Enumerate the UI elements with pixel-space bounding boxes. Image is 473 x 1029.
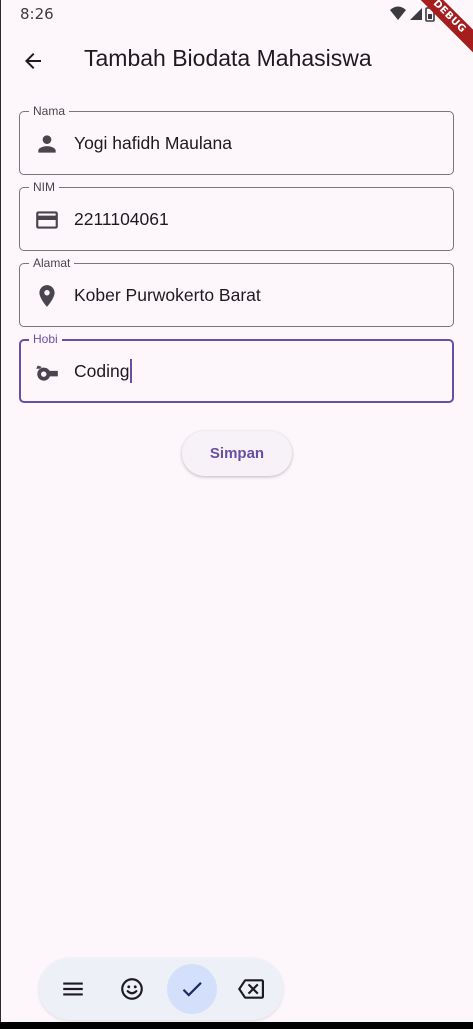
address-field-label: Alamat [29, 256, 75, 270]
address-field[interactable]: Alamat Kober Purwokerto Barat [19, 256, 454, 327]
wifi-icon [390, 6, 406, 20]
person-icon [34, 131, 60, 157]
check-icon [182, 982, 202, 997]
keyboard-toolbar [39, 958, 283, 1020]
keyboard-emoji-button[interactable] [107, 964, 157, 1014]
arrow-back-icon [25, 53, 41, 69]
app-bar: Tambah Biodata Mahasiswa [0, 30, 473, 92]
navigation-bar-edge [0, 1022, 473, 1029]
hobby-field[interactable]: Hobi Coding [19, 332, 454, 403]
text-caret [130, 358, 133, 383]
hobby-field-text: Coding [74, 361, 130, 381]
signal-icon [410, 8, 422, 20]
keyboard-backspace-button[interactable] [226, 964, 276, 1014]
hobby-field-label: Hobi [29, 332, 62, 346]
save-button[interactable]: Simpan [182, 431, 292, 476]
sports-whistle-icon [34, 359, 60, 385]
nim-field-label: NIM [29, 180, 59, 194]
nim-field-value: 2211104061 [74, 209, 169, 229]
status-time: 8:26 [20, 5, 54, 23]
app-screen: 8:26 DEBUG Tambah Biodata Mahasiswa Nama… [0, 0, 473, 1022]
credit-card-icon [34, 207, 60, 233]
hobby-field-value[interactable]: Coding [74, 358, 133, 383]
screen-edge [0, 0, 1, 1022]
status-bar: 8:26 [0, 0, 473, 30]
address-field-value: Kober Purwokerto Barat [74, 285, 261, 305]
nim-field[interactable]: NIM 2211104061 [19, 180, 454, 251]
emoji-icon [121, 978, 143, 1000]
name-field[interactable]: Nama Yogi hafidh Maulana [19, 104, 454, 175]
page-title: Tambah Biodata Mahasiswa [84, 45, 372, 71]
name-field-value: Yogi hafidh Maulana [74, 133, 232, 153]
back-button[interactable] [13, 41, 53, 81]
backspace-icon [238, 979, 264, 999]
keyboard-done-button[interactable] [167, 964, 217, 1014]
location-pin-icon [34, 283, 60, 309]
name-field-label: Nama [29, 104, 70, 118]
menu-icon [63, 982, 83, 996]
keyboard-menu-button[interactable] [48, 964, 98, 1014]
